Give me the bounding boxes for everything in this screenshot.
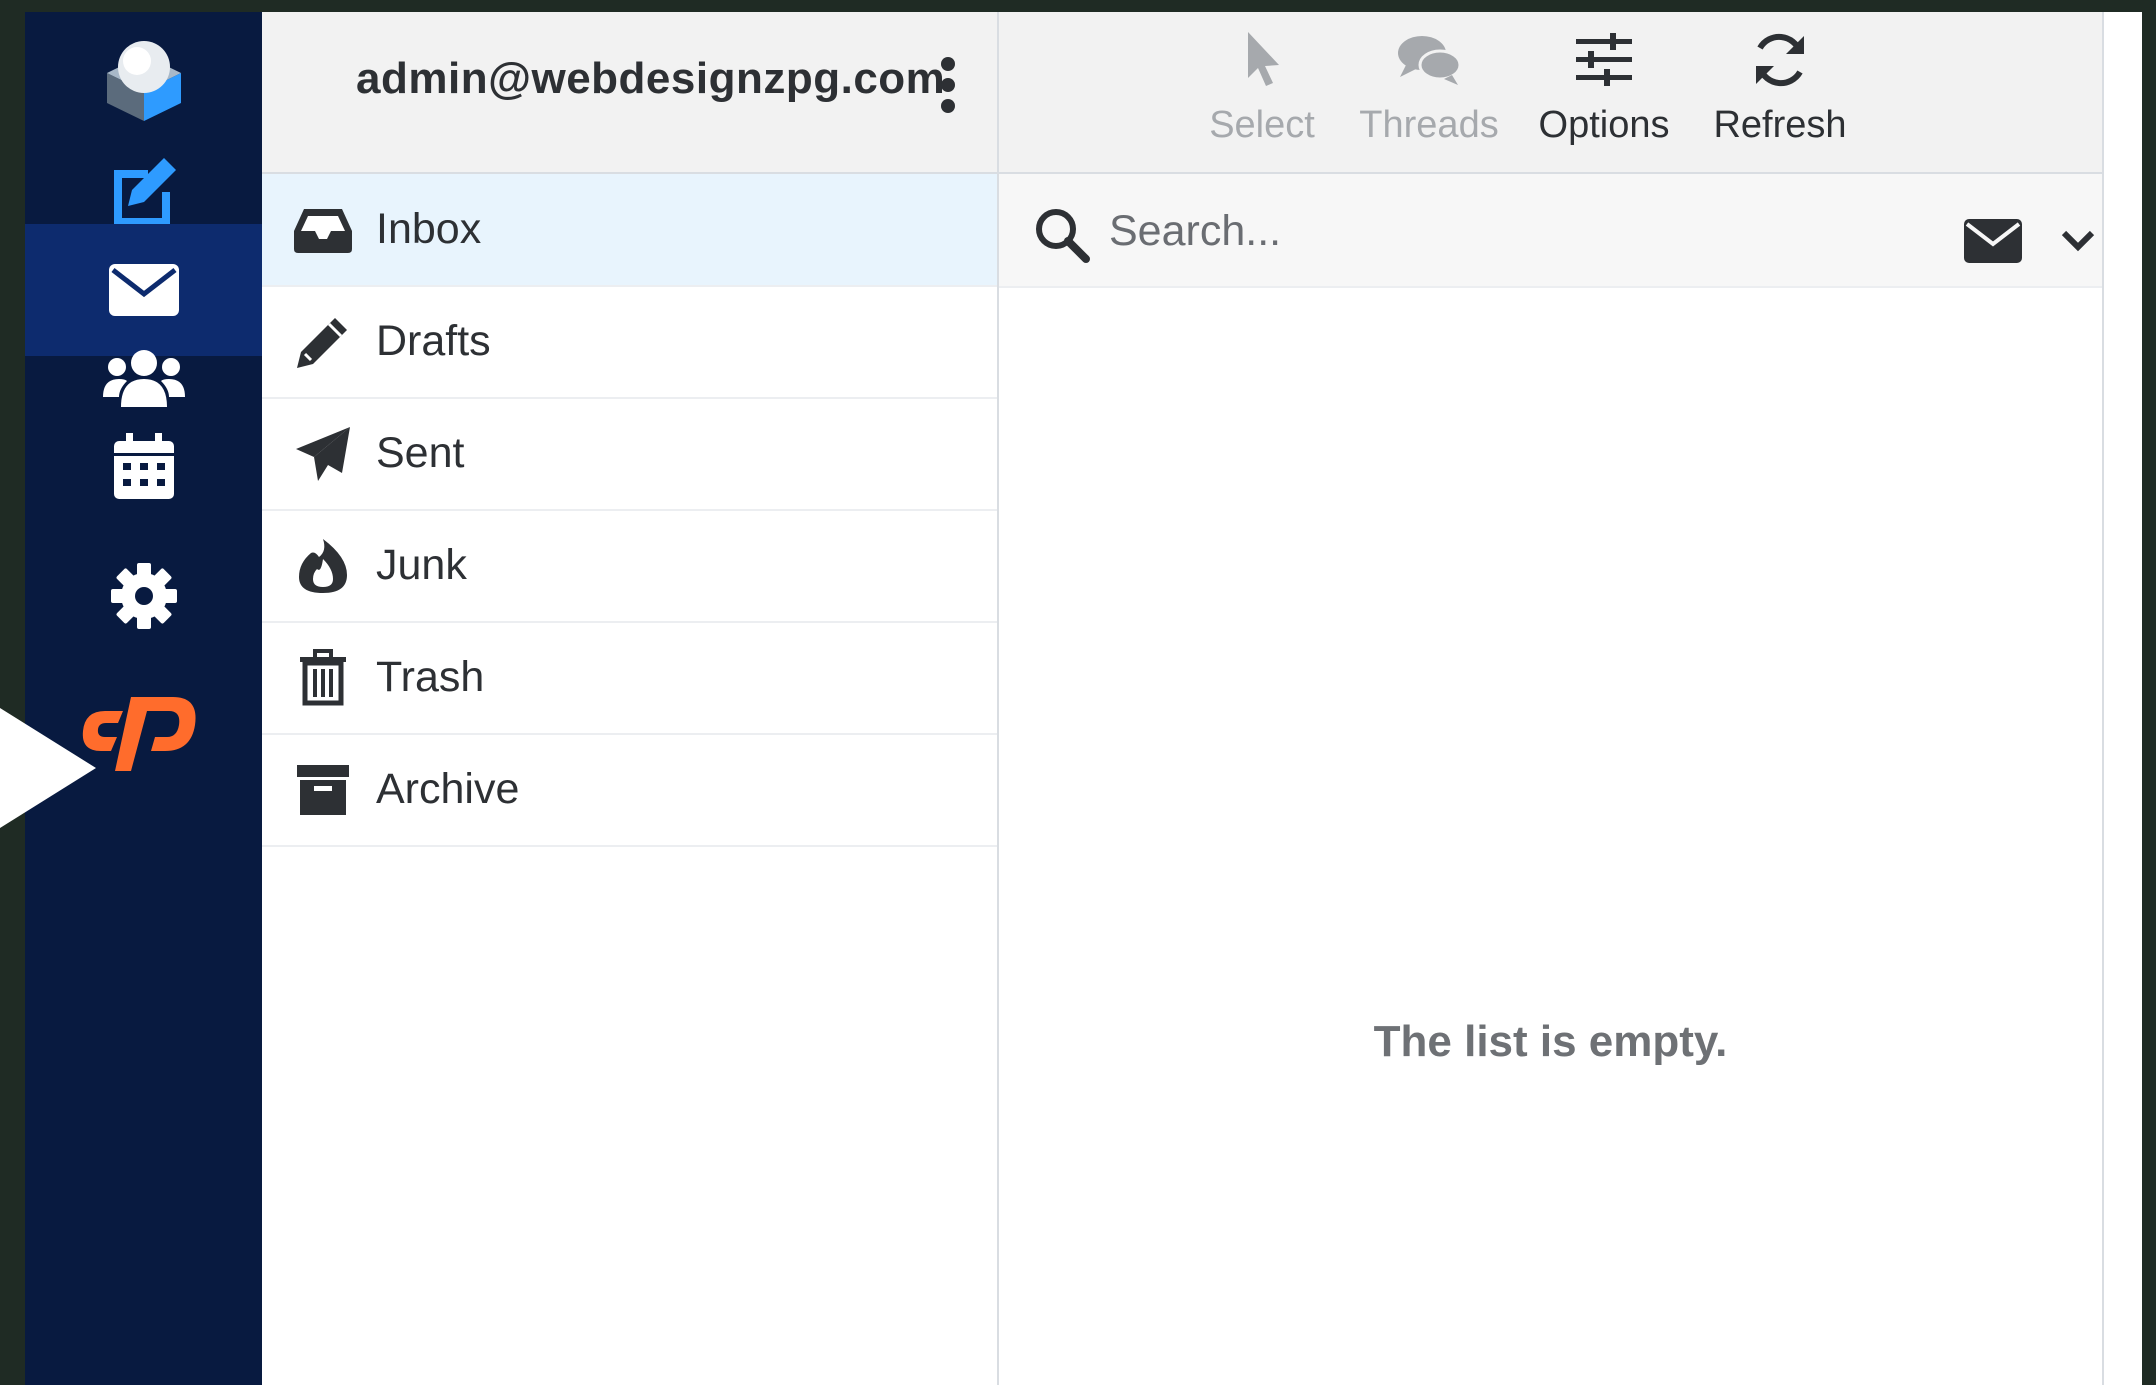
empty-list-message: The list is empty. <box>1373 1017 1728 1066</box>
trash-icon <box>292 647 354 709</box>
envelope-icon[interactable] <box>1963 218 2023 264</box>
options-button[interactable]: Options <box>1529 22 1679 162</box>
folder-label: Sent <box>376 429 465 477</box>
webmail-window: admin@webdesignzpg.com Inbox Drafts Sent… <box>25 12 2142 1385</box>
app-rail <box>25 12 262 1385</box>
folder-sent[interactable]: Sent <box>262 398 997 511</box>
folder-label: Archive <box>376 765 520 813</box>
search-bar <box>999 174 2102 288</box>
more-options-icon[interactable] <box>940 56 956 116</box>
pointer-icon <box>1242 22 1282 98</box>
refresh-icon <box>1750 22 1810 98</box>
inbox-icon <box>292 199 354 261</box>
threads-button[interactable]: Threads <box>1354 22 1504 162</box>
folder-label: Trash <box>376 653 485 701</box>
roundcube-logo-icon <box>106 41 181 121</box>
calendar-icon <box>113 433 174 499</box>
folder-panel: admin@webdesignzpg.com Inbox Drafts Sent… <box>262 12 999 1385</box>
folder-junk[interactable]: Junk <box>262 510 997 623</box>
right-edge <box>2104 12 2142 1385</box>
search-input[interactable] <box>1107 198 1871 264</box>
folder-archive[interactable]: Archive <box>262 734 997 847</box>
toolbar: Select Threads Options Refresh <box>999 12 2102 174</box>
select-button[interactable]: Select <box>1187 22 1337 162</box>
settings-icon <box>110 563 177 629</box>
folder-drafts[interactable]: Drafts <box>262 286 997 399</box>
folder-inbox[interactable]: Inbox <box>262 174 997 287</box>
folder-trash[interactable]: Trash <box>262 622 997 735</box>
compose-icon <box>113 158 176 226</box>
folder-label: Inbox <box>376 205 482 253</box>
account-header: admin@webdesignzpg.com <box>262 12 997 174</box>
chevron-down-icon[interactable] <box>2061 230 2095 252</box>
mail-icon <box>108 264 179 316</box>
message-list-panel: Select Threads Options Refresh Search...… <box>999 12 2104 1385</box>
settings-button[interactable] <box>25 530 262 662</box>
sliders-icon <box>1574 22 1634 98</box>
pointer-arrow-icon <box>0 708 96 828</box>
pencil-icon <box>292 311 354 373</box>
fire-icon <box>292 535 354 597</box>
folder-label: Junk <box>376 541 467 589</box>
paper-plane-icon <box>292 423 354 485</box>
archive-icon <box>292 759 354 821</box>
refresh-button[interactable]: Refresh <box>1705 22 1855 162</box>
account-email: admin@webdesignzpg.com <box>356 54 946 103</box>
search-icon[interactable] <box>1033 206 1091 264</box>
threads-icon <box>1396 22 1462 98</box>
folder-label: Drafts <box>376 317 491 365</box>
calendar-button[interactable] <box>25 400 262 532</box>
